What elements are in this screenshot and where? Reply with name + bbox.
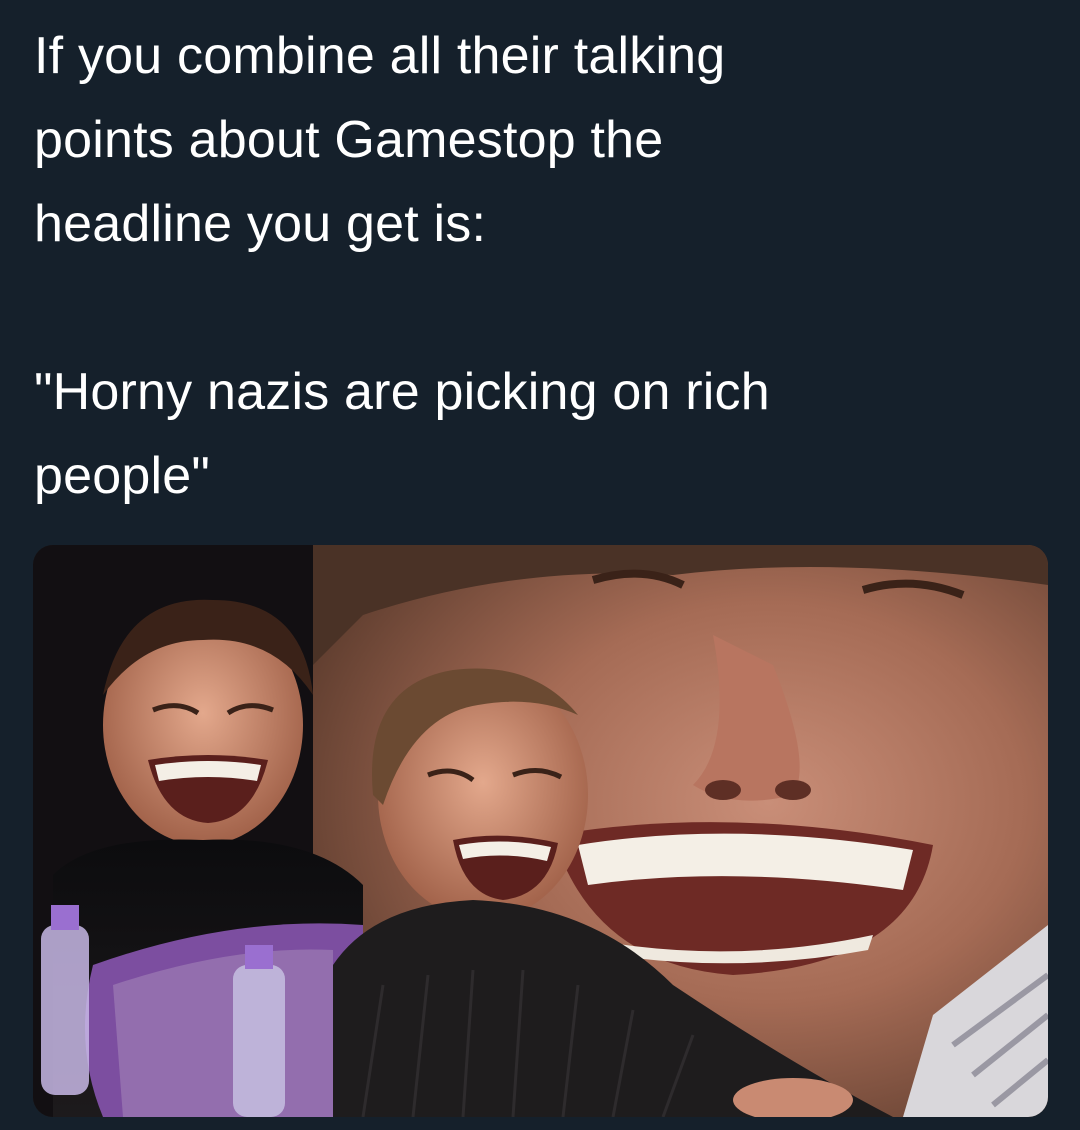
tweet-media-image[interactable] (33, 545, 1048, 1117)
tweet-text: If you combine all their talking points … (34, 14, 1044, 518)
tweet-text-line: headline you get is: (34, 195, 487, 253)
tweet-quote-line: people" (34, 447, 211, 505)
tweet-text-line: points about Gamestop the (34, 111, 664, 169)
tweet-quote-line: "Horny nazis are picking on rich (34, 363, 770, 421)
tweet-text-line: If you combine all their talking (34, 27, 726, 85)
meme-illustration (33, 545, 1048, 1117)
